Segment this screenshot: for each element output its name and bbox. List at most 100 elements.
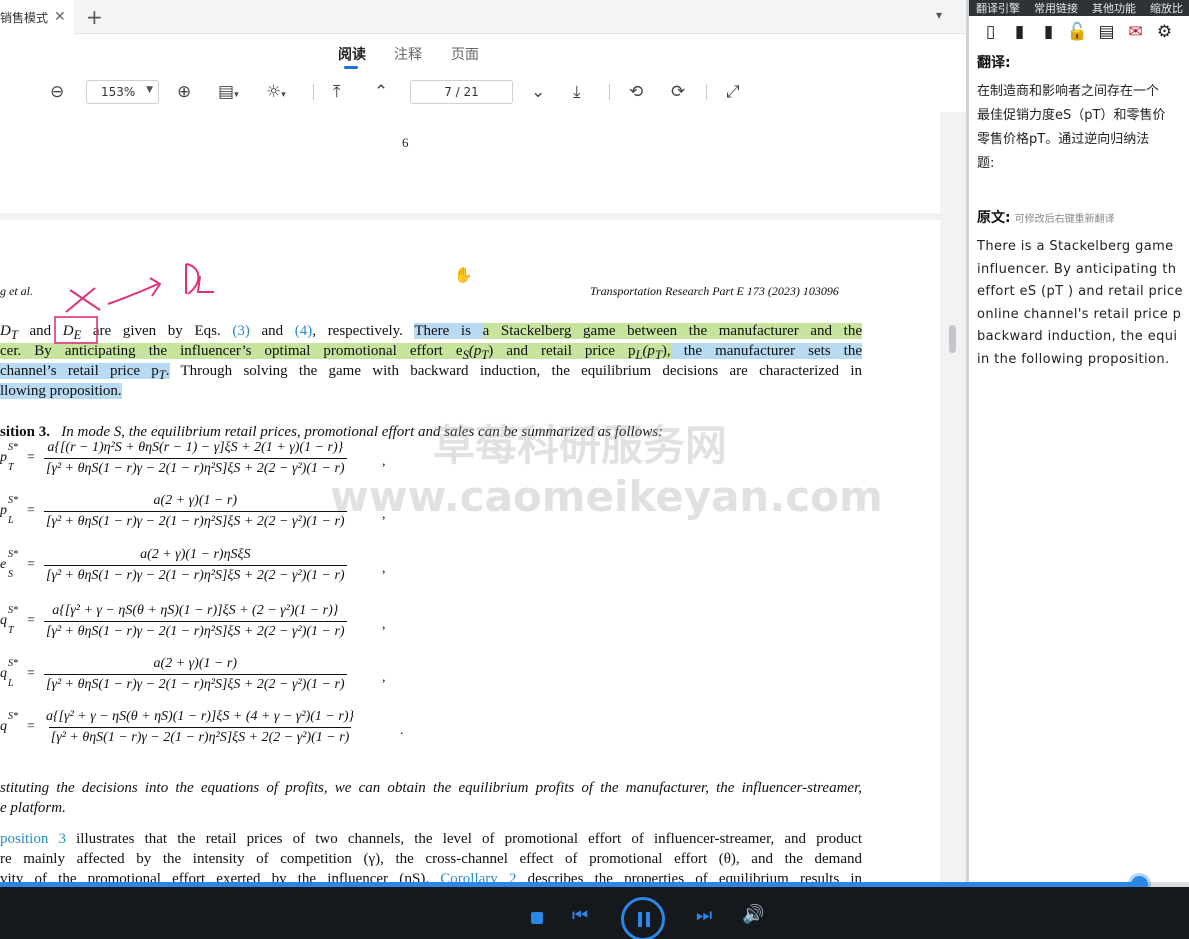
menu-common-links[interactable]: 常用链接 [1027, 0, 1085, 16]
equation-punctuation: , [382, 454, 386, 469]
menu-other-functions[interactable]: 其他功能 [1085, 0, 1143, 16]
fullscreen-icon[interactable]: ⤢ [726, 80, 740, 104]
equation-lhs-sup: S* [8, 442, 18, 453]
running-header-author: g et al. [0, 284, 33, 298]
fraction-numerator: a{[γ² + γ − ηS(θ + ηS)(1 − r)]ξS + (4 + … [46, 709, 355, 724]
equation: q S* = a{[γ² + γ − ηS(θ + ηS)(1 − r)]ξS + (… [0, 709, 420, 753]
split-right-icon[interactable]: ▮ [1037, 21, 1060, 43]
equation: q S* T = a{[γ² + γ − ηS(θ + ηS)(1 − r)]ξS + … [0, 603, 420, 647]
tab-read[interactable]: 阅读 [338, 44, 366, 64]
fraction: a{[γ² + γ − ηS(θ + ηS)(1 − r)]ξS + (2 − … [44, 603, 347, 640]
copy-icon[interactable]: ▤ [1095, 21, 1118, 43]
document-tab[interactable]: 销售模式 ✕ [0, 0, 74, 34]
paragraph-line[interactable]: re mainly affected by the intensity of c… [0, 849, 862, 869]
pause-button[interactable] [621, 897, 665, 939]
equation-lhs: e [0, 557, 7, 572]
fraction-denominator: [γ² + θηS(1 − r)γ − 2(1 − r)η²S]ξS + 2(2… [44, 565, 347, 584]
new-tab-icon[interactable]: + [86, 5, 103, 29]
equation-lhs-sub: L [8, 678, 14, 689]
toolbar-divider [313, 84, 314, 100]
proposition-heading[interactable]: sition 3. In mode S, the equilibrium ret… [0, 422, 862, 442]
current-page: g et al. Transportation Research Part E … [0, 220, 940, 884]
equation-lhs-sup: S* [8, 549, 18, 560]
equation-lhs-sup: S* [8, 495, 18, 506]
previous-page-icon[interactable]: ⌃ [374, 80, 388, 104]
active-tab-indicator [344, 66, 358, 69]
running-header-journal: Transportation Research Part E 173 (2023… [590, 284, 839, 298]
mail-icon[interactable]: ✉ [1124, 21, 1147, 43]
toolbar-divider [706, 84, 707, 100]
zoom-select[interactable]: 153% ▼ [86, 80, 159, 104]
next-track-icon[interactable]: ⏭ [696, 905, 712, 926]
fraction-numerator: a(2 + γ)(1 − r)ηSξS [140, 547, 251, 562]
equation-punctuation: , [382, 507, 386, 522]
translation-text[interactable]: 在制造商和影响者之间存在一个 最佳促销力度eS（pT）和零售价 零售价格pT。通… [977, 80, 1189, 176]
split-left-icon[interactable]: ▮ [1008, 21, 1031, 43]
paragraph-line[interactable]: e platform. [0, 798, 862, 818]
tab-bar: 销售模式 ✕ + ▾ [0, 0, 966, 34]
view-mode-tabs: 阅读 注释 页面 [0, 44, 948, 69]
panel-menu: 翻译引擎 常用链接 其他功能 缩放比 [969, 0, 1189, 16]
equation: e S* S = a(2 + γ)(1 − r)ηSξS [γ² + θηS(1 − r)… [0, 547, 420, 591]
equals-sign: = [27, 557, 35, 572]
previous-page: 6 [0, 112, 940, 213]
fraction-denominator: [γ² + θηS(1 − r)γ − 2(1 − r)η²S]ξS + 2(2… [44, 458, 347, 477]
rotate-right-icon[interactable]: ⟳ [671, 80, 685, 104]
previous-track-icon[interactable]: ⏮ [572, 905, 588, 926]
stop-icon[interactable] [531, 912, 543, 924]
paragraph-line[interactable]: stituting the decisions into the equatio… [0, 778, 862, 798]
volume-icon[interactable]: 🔊 [742, 904, 764, 925]
tab-page[interactable]: 页面 [451, 44, 479, 64]
original-text[interactable]: There is a Stackelberg game influencer. … [977, 236, 1189, 371]
first-page-icon[interactable]: ⤒ [333, 80, 341, 104]
equals-sign: = [27, 503, 35, 518]
equation-lhs: p [0, 450, 7, 465]
brightness-icon[interactable]: ☼▾ [266, 80, 286, 107]
tab-label: 销售模式 [0, 10, 49, 25]
original-hint: 可修改后右键重新翻译 [1014, 214, 1115, 225]
page-number-input[interactable]: 7 / 21 [410, 80, 513, 104]
page-layout-icon[interactable]: ▤▾ [218, 80, 239, 107]
equation-punctuation: , [382, 561, 386, 576]
fraction: a{[γ² + γ − ηS(θ + ηS)(1 − r)]ξS + (4 + … [44, 709, 356, 746]
fraction-denominator: [γ² + θηS(1 − r)γ − 2(1 − r)η²S]ξS + 2(2… [48, 727, 352, 746]
fraction: a(2 + γ)(1 − r)ηSξS [γ² + θηS(1 − r)γ − 2… [44, 547, 347, 584]
scroll-track[interactable] [940, 112, 966, 884]
next-page-icon[interactable]: ⌄ [531, 80, 545, 104]
column-layout-icon[interactable]: ▯ [979, 21, 1002, 43]
menu-zoom[interactable]: 缩放比 [1143, 0, 1189, 16]
equals-sign: = [27, 666, 35, 681]
tab-annotate[interactable]: 注释 [394, 44, 422, 64]
fraction: a(2 + γ)(1 − r) [γ² + θηS(1 − r)γ − 2(1 −… [44, 656, 347, 693]
menu-translate-engine[interactable]: 翻译引擎 [969, 0, 1027, 16]
rotate-left-icon[interactable]: ⟲ [629, 80, 643, 104]
zoom-out-icon[interactable]: ⊖ [50, 80, 64, 104]
zoom-in-icon[interactable]: ⊕ [177, 80, 191, 104]
equation-link[interactable]: (4) [295, 323, 313, 339]
hand-cursor-icon: ✋ [454, 266, 473, 284]
last-page-icon[interactable]: ⤓ [573, 80, 581, 104]
player-controls: ⏮ ⏭ 🔊 [0, 887, 1189, 939]
paragraph-line[interactable]: llowing proposition. [0, 381, 862, 401]
toolbar-divider [609, 84, 610, 100]
equation: p S* L = a(2 + γ)(1 − r) [γ² + θηS(1 − r)γ − … [0, 493, 420, 537]
document-viewport[interactable]: 6 g et al. Transportation Research Part … [0, 112, 948, 884]
paragraph-line[interactable]: position 3 illustrates that the retail p… [0, 829, 862, 849]
gear-icon[interactable]: ⚙ [1153, 21, 1176, 43]
vertical-scrollbar[interactable] [949, 325, 956, 353]
close-icon[interactable]: ✕ [54, 9, 66, 25]
proposition-link[interactable]: position 3 [0, 831, 66, 847]
equation-lhs: q [0, 719, 7, 734]
equation-lhs-sup: S* [8, 605, 18, 616]
fraction-denominator: [γ² + θηS(1 − r)γ − 2(1 − r)η²S]ξS + 2(2… [44, 511, 347, 530]
fraction-numerator: a{[(r − 1)η²S + θηS(r − 1) − γ]ξS + 2(1 … [47, 440, 344, 455]
chevron-down-icon[interactable]: ▾ [936, 8, 942, 22]
equation-link[interactable]: (3) [232, 323, 250, 339]
equals-sign: = [27, 450, 35, 465]
highlight-blue: There is [414, 323, 483, 339]
equation-punctuation: . [400, 723, 404, 738]
equation-lhs-sub: L [8, 515, 14, 526]
equals-sign: = [27, 613, 35, 628]
panel-toolbar: ▯ ▮ ▮ 🔓 ▤ ✉ ⚙ [979, 21, 1176, 43]
unlock-icon[interactable]: 🔓 [1066, 21, 1089, 43]
